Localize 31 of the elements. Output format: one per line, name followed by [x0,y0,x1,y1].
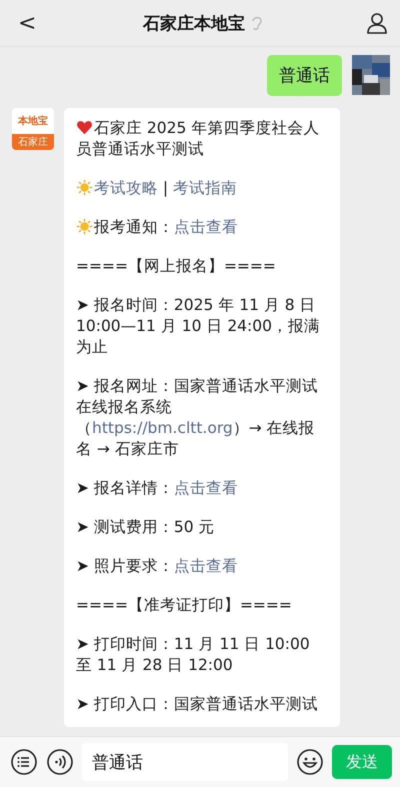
message-paragraph: 报考通知：点击查看 [76,217,328,238]
message-paragraph: ➤ 打印时间：11 月 11 日 10:00 至 11 月 28 日 12:00 [76,634,311,676]
person-icon[interactable] [366,12,388,34]
voice-icon[interactable] [46,748,74,776]
message-paragraph: ====【网上报名】==== [76,256,277,277]
sent-message: 普通话 [267,55,342,96]
emoji-icon[interactable] [296,748,324,776]
message-paragraph: ➤ 报名时间：2025 年 11 月 8 日 10:00—11 月 10 日 24:00，报满为止 [76,295,321,358]
message-link[interactable]: 考试攻略 [94,179,158,197]
message-paragraph: 石家庄 2025 年第四季度社会人员普通话水平测试 [76,118,320,160]
back-button[interactable]: < [14,10,40,36]
message-paragraph: ====【准考证打印】==== [76,595,293,616]
message-paragraph: ➤ 打印入口：国家普通话水平测试 [76,694,319,715]
message-link[interactable]: 考试指南 [173,179,238,197]
message-paragraph: ➤ 报名网址：国家普通话水平测试在线报名系统（https://bm.cltt.org）→ 在线报名 → 石家庄市 [76,376,319,460]
sun-icon [76,218,93,235]
account-logo[interactable]: 本地宝 石家庄 [12,108,54,150]
menu-icon[interactable] [10,748,38,776]
message-link[interactable]: 点击查看 [174,479,238,497]
window-title: 石家庄本地宝 [143,12,246,34]
ear-icon [251,15,264,31]
message-link[interactable]: https://bm.cltt.org [92,419,233,437]
heart-icon [76,119,93,136]
message-paragraph: 考试攻略 | 考试指南 [76,178,328,199]
message-input[interactable]: 普通话 [82,743,288,781]
message-paragraph: ➤ 报名详情：点击查看 [76,478,239,499]
message-link[interactable]: 点击查看 [174,218,238,236]
message-link[interactable]: 点击查看 [174,557,238,575]
message-paragraph: ➤ 测试费用：50 元 [76,517,216,538]
message-paragraph: ➤ 照片要求：点击查看 [76,556,239,577]
sun-icon [76,179,93,196]
